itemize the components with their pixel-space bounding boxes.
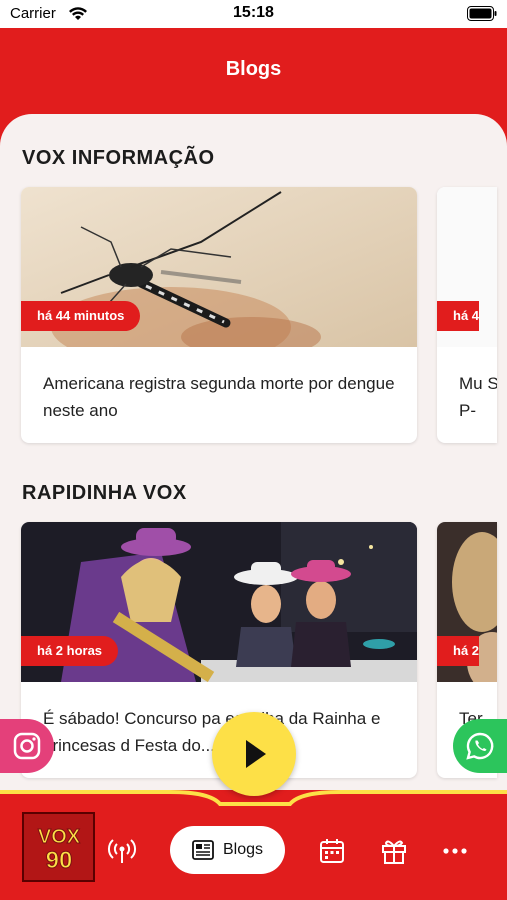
time-badge: há 4 [437, 301, 480, 331]
promotions-button[interactable] [377, 834, 411, 868]
blog-card[interactable]: há 44 minutos Americana registra segunda… [21, 187, 417, 443]
schedule-button[interactable] [315, 834, 349, 868]
blog-card-image: há 2 horas [21, 522, 417, 682]
newspaper-icon [192, 840, 214, 860]
tab-blogs[interactable]: Blogs [170, 826, 285, 874]
radio-button[interactable] [105, 834, 139, 868]
time-badge: há 2 [437, 636, 480, 666]
play-icon [246, 740, 266, 768]
whatsapp-button[interactable] [453, 719, 507, 773]
status-bar: Carrier 15:18 [0, 0, 507, 28]
blog-card-next-image: há 4 [437, 187, 497, 347]
calendar-icon [320, 839, 344, 863]
more-icon [443, 848, 467, 854]
clock: 15:18 [233, 4, 274, 21]
blog-card-image: há 44 minutos [21, 187, 417, 347]
header: Blogs [0, 28, 507, 118]
battery-icon [467, 6, 497, 26]
blog-card-title: Mu SP- [459, 374, 497, 420]
logo-text-top: VOX [37, 826, 80, 848]
gift-icon [382, 840, 406, 864]
blog-card-next-image: há 2 [437, 522, 497, 692]
page-title: Blogs [225, 58, 282, 80]
tab-blogs-label: Blogs [222, 841, 264, 858]
instagram-button[interactable] [0, 719, 54, 773]
whatsapp-icon [466, 732, 494, 760]
logo-text-bottom: 90 [45, 847, 72, 873]
section-title-rapidinha-vox: RAPIDINHA VOX [22, 482, 187, 504]
station-logo[interactable]: VOX 90 [22, 812, 95, 882]
time-badge: há 44 minutos [21, 301, 141, 331]
blog-card-next[interactable]: há 4 Mu SP- [437, 187, 497, 443]
blog-card-title: Americana registra segunda morte por den… [43, 374, 395, 420]
instagram-icon [13, 732, 41, 760]
content-area[interactable]: VOX INFORMAÇÃO há 44 minutos Americana r… [0, 114, 507, 814]
time-badge: há 2 horas [21, 636, 119, 666]
section-title-vox-informacao: VOX INFORMAÇÃO [22, 147, 215, 169]
more-button[interactable] [438, 834, 472, 868]
play-button[interactable] [212, 712, 296, 796]
radio-icon [107, 839, 137, 863]
